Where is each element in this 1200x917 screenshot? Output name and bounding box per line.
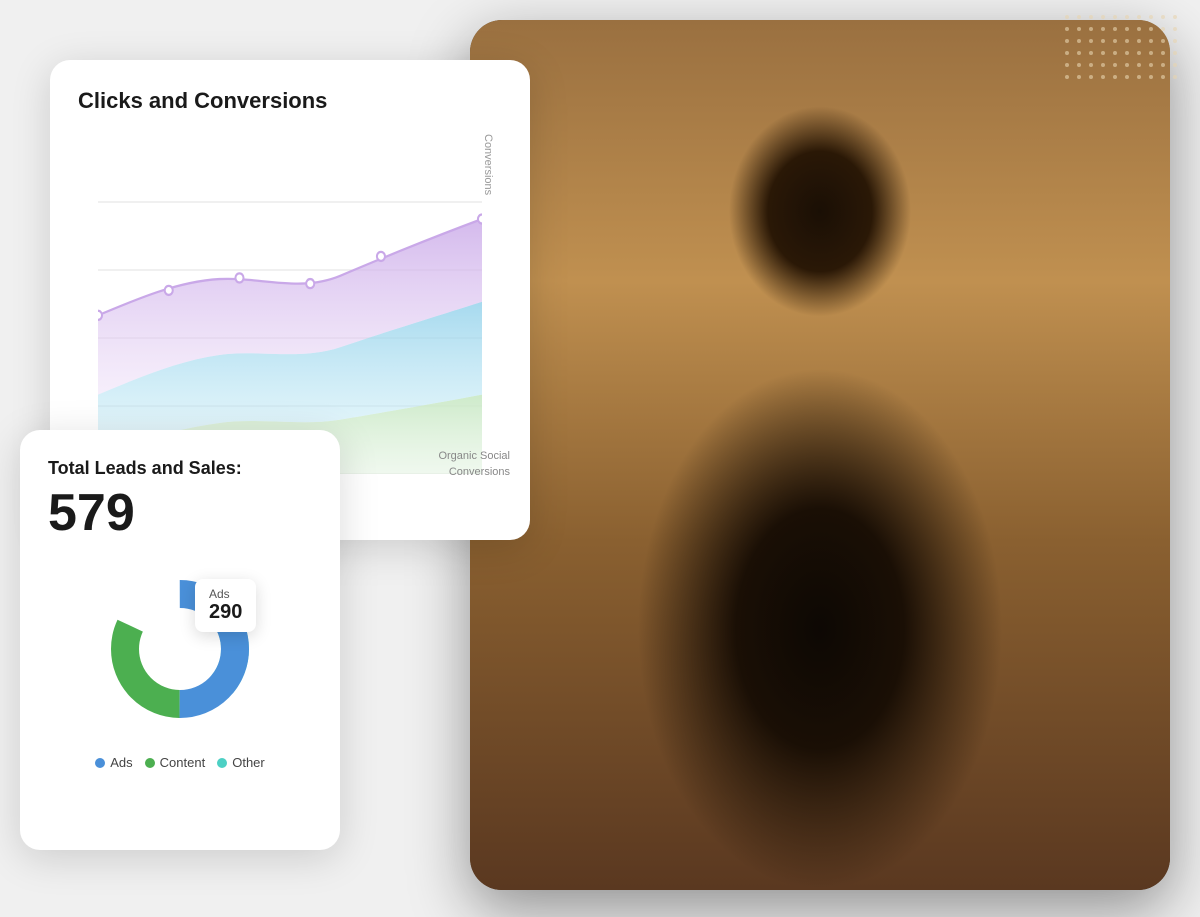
area-chart-svg: 1 1 1 1 1 1 1 0 0	[98, 134, 482, 474]
decoration-dot	[1101, 15, 1105, 19]
chart-title: Clicks and Conversions	[78, 88, 502, 114]
decoration-dot	[1161, 39, 1165, 43]
decoration-dot	[1137, 75, 1141, 79]
decoration-dot	[1101, 51, 1105, 55]
decoration-dot	[1137, 51, 1141, 55]
tooltip-value: 290	[209, 601, 242, 624]
dots-decoration: // Will be populated by JS below	[1065, 15, 1185, 95]
decoration-dot	[1161, 15, 1165, 19]
legend-item-ads: Ads	[95, 755, 132, 770]
decoration-dot	[1125, 75, 1129, 79]
decoration-dot	[1161, 51, 1165, 55]
decoration-dot	[1065, 63, 1069, 67]
person-image	[470, 20, 1170, 890]
decoration-dot	[1149, 51, 1153, 55]
decoration-dot	[1077, 27, 1081, 31]
legend-label-other: Other	[232, 755, 265, 770]
decoration-dot	[1137, 63, 1141, 67]
decoration-dot	[1101, 63, 1105, 67]
decoration-dot	[1125, 63, 1129, 67]
decoration-dot	[1113, 27, 1117, 31]
leads-title: Total Leads and Sales:	[48, 458, 312, 479]
tooltip-label: Ads	[209, 587, 242, 601]
decoration-dot	[1089, 27, 1093, 31]
decoration-dot	[1125, 39, 1129, 43]
decoration-dot	[1173, 51, 1177, 55]
decoration-dot	[1077, 75, 1081, 79]
decoration-dot	[1089, 51, 1093, 55]
decoration-dot	[1137, 39, 1141, 43]
decoration-dot	[1065, 75, 1069, 79]
decoration-dot	[1173, 63, 1177, 67]
decoration-dot	[1113, 75, 1117, 79]
background-photo	[470, 20, 1170, 890]
decoration-dot	[1173, 27, 1177, 31]
decoration-dot	[1125, 27, 1129, 31]
decoration-dot	[1161, 63, 1165, 67]
organic-social-label: Organic SocialConversions	[438, 449, 510, 480]
decoration-dot	[1137, 15, 1141, 19]
y-axis-right-label: Conversions	[482, 134, 502, 474]
leads-total-number: 579	[48, 487, 312, 539]
decoration-dot	[1065, 39, 1069, 43]
decoration-dot	[1173, 15, 1177, 19]
decoration-dot	[1149, 15, 1153, 19]
donut-legend: Ads Content Other	[48, 755, 312, 770]
decoration-dot	[1113, 51, 1117, 55]
decoration-dot	[1101, 27, 1105, 31]
legend-dot-other	[217, 758, 227, 768]
decoration-dot	[1173, 39, 1177, 43]
decoration-dot	[1137, 27, 1141, 31]
decoration-dot	[1065, 51, 1069, 55]
y-axis-label: Clicks	[78, 134, 98, 474]
leads-sales-card: Total Leads and Sales: 579 Ads 290	[20, 430, 340, 850]
decoration-dot	[1077, 39, 1081, 43]
decoration-dot	[1173, 75, 1177, 79]
decoration-dot	[1077, 51, 1081, 55]
decoration-dot	[1125, 15, 1129, 19]
legend-label-content: Content	[160, 755, 206, 770]
decoration-dot	[1113, 15, 1117, 19]
decoration-dot	[1113, 39, 1117, 43]
chart-area-container: Clicks	[78, 134, 502, 474]
decoration-dot	[1089, 75, 1093, 79]
decoration-dot	[1065, 15, 1069, 19]
donut-tooltip: Ads 290	[195, 579, 256, 632]
decoration-dot	[1065, 27, 1069, 31]
decoration-dot	[1113, 63, 1117, 67]
decoration-dot	[1089, 15, 1093, 19]
decoration-dot	[1125, 51, 1129, 55]
decoration-dot	[1149, 75, 1153, 79]
decoration-dot	[1161, 75, 1165, 79]
decoration-dot	[1149, 27, 1153, 31]
decoration-dot	[1077, 15, 1081, 19]
decoration-dot	[1089, 39, 1093, 43]
organic-social-text: Organic SocialConversions	[438, 450, 510, 477]
decoration-dot	[1089, 63, 1093, 67]
decoration-dot	[1161, 27, 1165, 31]
decoration-dot	[1149, 39, 1153, 43]
chart-plot-area: 1 1 1 1 1 1 1 0 0	[98, 134, 482, 474]
legend-label-ads: Ads	[110, 755, 132, 770]
decoration-dot	[1101, 75, 1105, 79]
decoration-dot	[1101, 39, 1105, 43]
decoration-dot	[1077, 63, 1081, 67]
decoration-dot	[1149, 63, 1153, 67]
legend-dot-content	[145, 758, 155, 768]
legend-item-content: Content	[145, 755, 206, 770]
legend-dot-ads	[95, 758, 105, 768]
donut-chart-container: Ads 290	[90, 559, 270, 739]
legend-item-other: Other	[217, 755, 265, 770]
